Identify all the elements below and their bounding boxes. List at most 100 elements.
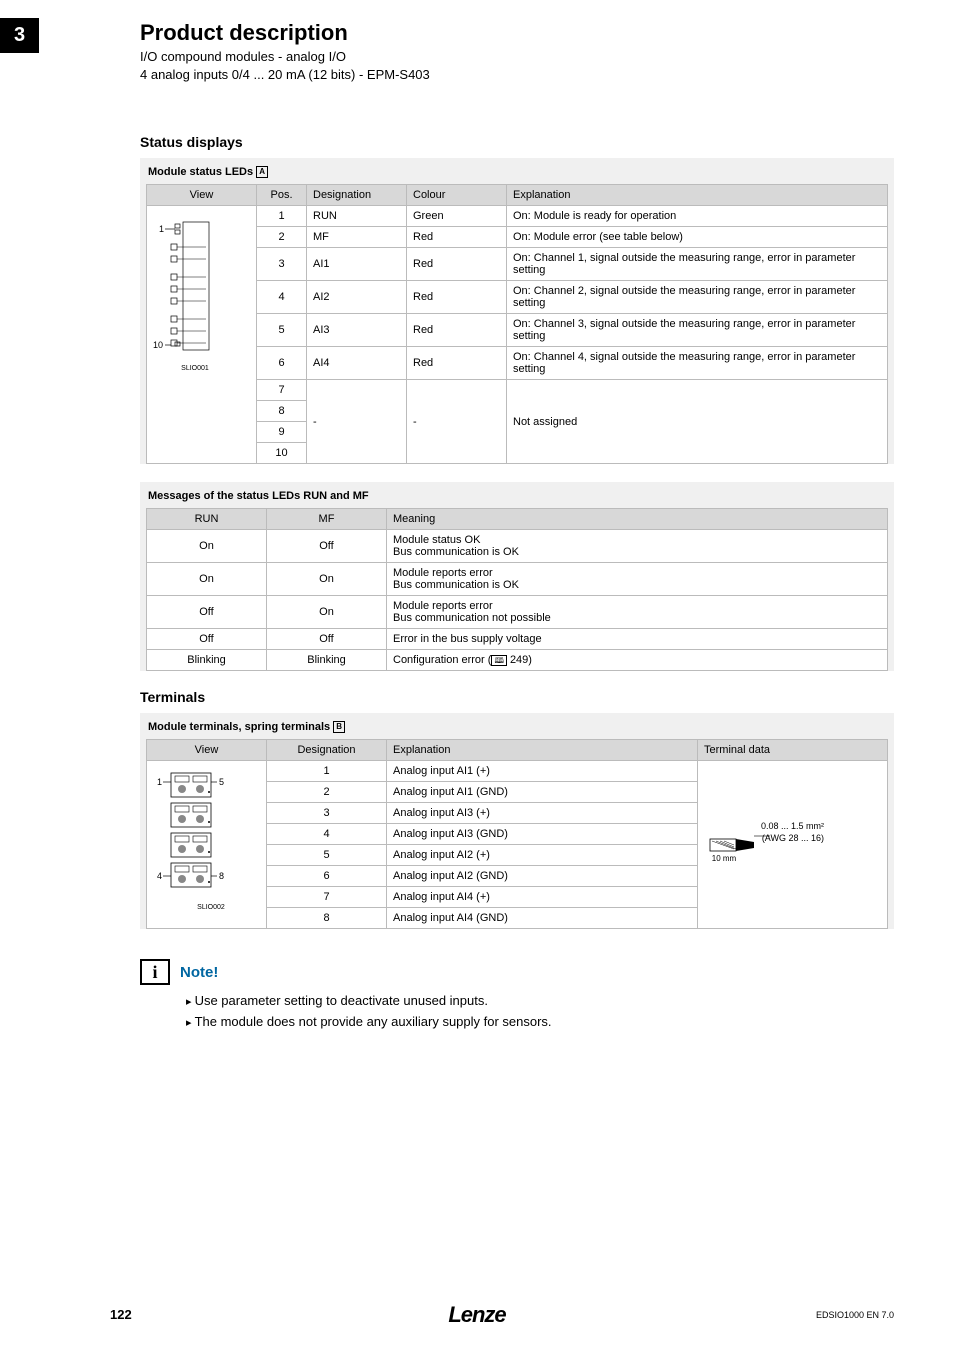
table-row: Analog input AI2 (+) [387, 845, 698, 866]
messages-title: Messages of the status LEDs RUN and MF [146, 488, 888, 508]
status-leds-table-wrap: Module status LEDs A View Pos. Designati… [140, 158, 894, 464]
page-title: Product description [140, 20, 894, 46]
info-icon: i [140, 959, 170, 985]
svg-text:SLIO002: SLIO002 [197, 904, 225, 911]
svg-text:0.08 ... 1.5 mm²: 0.08 ... 1.5 mm² [761, 821, 824, 831]
table-row: Not assigned [507, 380, 888, 464]
table-row: Analog input AI4 (+) [387, 887, 698, 908]
th-terminal-data: Terminal data [698, 740, 888, 761]
th-pos: Pos. [257, 185, 307, 206]
table-row: Off [267, 629, 387, 650]
table-row: 9 [257, 422, 307, 443]
table-row: 4 [257, 281, 307, 314]
note-heading: Note! [180, 964, 218, 981]
table-row: Module reports error Bus communication i… [387, 563, 888, 596]
table-row: - [407, 380, 507, 464]
messages-table: RUN MF Meaning OnOffModule status OK Bus… [146, 508, 888, 671]
svg-text:1: 1 [159, 224, 164, 234]
subtitle-line-2: 4 analog inputs 0/4 ... 20 mA (12 bits) … [140, 67, 430, 82]
table-row: Red [407, 281, 507, 314]
table-row: Green [407, 206, 507, 227]
table-row: AI2 [307, 281, 407, 314]
chapter-number: 3 [0, 18, 39, 53]
th-colour: Colour [407, 185, 507, 206]
table-row: On [267, 596, 387, 629]
book-icon: 🕮 [491, 655, 506, 666]
page-number: 122 [110, 1307, 132, 1322]
table-row: 5 [257, 314, 307, 347]
note-list: Use parameter setting to deactivate unus… [186, 991, 894, 1033]
table-row: MF [307, 227, 407, 248]
table-row: 8 [257, 401, 307, 422]
svg-text:5: 5 [219, 777, 224, 787]
box-letter-b: B [333, 721, 345, 733]
svg-text:4: 4 [157, 871, 162, 881]
svg-text:(AWG 28 ... 16): (AWG 28 ... 16) [762, 833, 824, 843]
table-row: - [307, 380, 407, 464]
table-row: RUN [307, 206, 407, 227]
table-row: AI4 [307, 347, 407, 380]
table-row: Configuration error (🕮 249) [387, 650, 888, 671]
th-view: View [147, 740, 267, 761]
terminals-table-wrap: Module terminals, spring terminals B Vie… [140, 713, 894, 929]
table-row: AI3 [307, 314, 407, 347]
table-row: 7 [257, 380, 307, 401]
table-row: On [147, 530, 267, 563]
table-row: Module reports error Bus communication n… [387, 596, 888, 629]
config-error-page: 249) [510, 654, 532, 666]
table-row: Red [407, 314, 507, 347]
th-view: View [147, 185, 257, 206]
table-row: Off [147, 629, 267, 650]
table-row: On: Channel 2, signal outside the measur… [507, 281, 888, 314]
svg-text:1: 1 [157, 777, 162, 787]
table-row: 10 [257, 443, 307, 464]
table-row: Analog input AI1 (+) [387, 761, 698, 782]
terminals-table: View Designation Explanation Terminal da… [146, 739, 888, 929]
th-explanation: Explanation [387, 740, 698, 761]
table-row: Red [407, 227, 507, 248]
note-item: Use parameter setting to deactivate unus… [186, 991, 894, 1012]
table-row: Analog input AI4 (GND) [387, 908, 698, 929]
table-row: On [147, 563, 267, 596]
svg-text:SLIO001: SLIO001 [181, 365, 209, 372]
table-row: Red [407, 347, 507, 380]
th-designation: Designation [307, 185, 407, 206]
doc-id: EDSIO1000 EN 7.0 [816, 1310, 894, 1320]
table-row: On: Channel 1, signal outside the measur… [507, 248, 888, 281]
th-meaning: Meaning [387, 509, 888, 530]
th-explanation: Explanation [507, 185, 888, 206]
table-row: On: Module is ready for operation [507, 206, 888, 227]
page-subtitle: I/O compound modules - analog I/O 4 anal… [140, 48, 894, 84]
table-row: 5 [267, 845, 387, 866]
subtitle-line-1: I/O compound modules - analog I/O [140, 49, 346, 64]
th-run: RUN [147, 509, 267, 530]
table-row: Analog input AI3 (GND) [387, 824, 698, 845]
led-view-diagram: 1 [147, 206, 257, 464]
th-designation: Designation [267, 740, 387, 761]
table-row: 7 [267, 887, 387, 908]
brand-logo: Lenze [448, 1302, 505, 1328]
svg-text:8: 8 [219, 871, 224, 881]
config-error-pre: Configuration error ( [393, 654, 491, 666]
table-row: 4 [267, 824, 387, 845]
table-row: Blinking [267, 650, 387, 671]
messages-table-wrap: Messages of the status LEDs RUN and MF R… [140, 482, 894, 671]
table-row: Off [147, 596, 267, 629]
table-row: Error in the bus supply voltage [387, 629, 888, 650]
section-status-displays: Status displays [140, 134, 894, 150]
svg-text:10 mm: 10 mm [712, 854, 737, 863]
table-row: On [267, 563, 387, 596]
note-item: The module does not provide any auxiliar… [186, 1012, 894, 1033]
table-row: 2 [257, 227, 307, 248]
box-letter-a: A [256, 166, 268, 178]
table-row: 1 [267, 761, 387, 782]
table-row: 8 [267, 908, 387, 929]
table-row: 2 [267, 782, 387, 803]
terminals-title: Module terminals, spring terminals B [146, 719, 888, 739]
table-row: Off [267, 530, 387, 563]
table-row: 1 [257, 206, 307, 227]
status-leds-table: View Pos. Designation Colour Explanation… [146, 184, 888, 464]
section-terminals: Terminals [140, 689, 894, 705]
table-row: Module status OK Bus communication is OK [387, 530, 888, 563]
status-leds-title-text: Module status LEDs [148, 166, 253, 178]
